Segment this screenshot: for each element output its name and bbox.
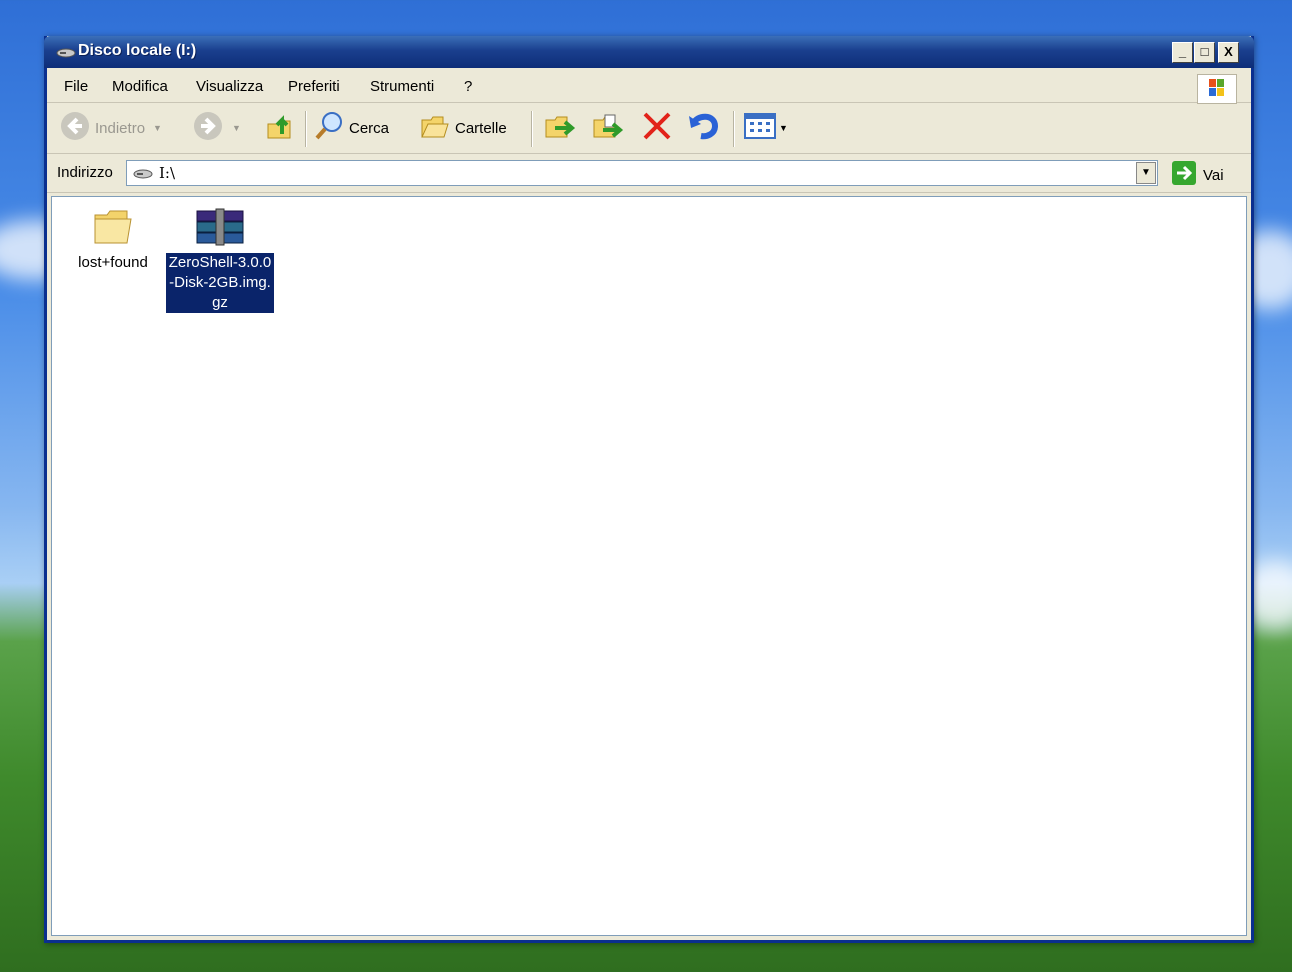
folders-icon — [419, 110, 451, 146]
back-button[interactable]: Indietro ▼ — [59, 112, 162, 144]
minimize-button[interactable]: _ — [1172, 42, 1193, 63]
toolbar-separator — [305, 111, 306, 147]
toolbar: Indietro ▼ ▼ Cerca Cartelle ▼ — [47, 103, 1251, 154]
menu-preferiti[interactable]: Preferiti — [288, 78, 340, 95]
explorer-window: Disco locale (I:) _ □ X File Modifica Vi… — [44, 36, 1254, 943]
search-icon — [313, 110, 345, 146]
menu-strumenti[interactable]: Strumenti — [370, 78, 434, 95]
toolbar-separator — [733, 111, 734, 147]
toolbar-separator — [531, 111, 532, 147]
address-dropdown-button[interactable]: ▼ — [1136, 162, 1156, 184]
file-name: ZeroShell-3.0.0-Disk-2GB.img.gz — [166, 253, 274, 313]
archive-item[interactable]: ZeroShell-3.0.0-Disk-2GB.img.gz — [165, 207, 275, 313]
title-bar[interactable]: Disco locale (I:) _ □ X — [44, 36, 1254, 68]
go-button[interactable]: Vai — [1171, 160, 1224, 190]
move-to-icon — [543, 110, 577, 146]
menu-modifica[interactable]: Modifica — [112, 78, 168, 95]
undo-icon — [687, 110, 723, 146]
drive-icon — [56, 46, 76, 64]
back-label: Indietro — [95, 119, 146, 137]
menu-help[interactable]: ? — [464, 78, 472, 95]
winrar-archive-icon — [165, 207, 275, 253]
file-name: lost+found — [78, 254, 148, 271]
forward-button[interactable]: ▼ — [192, 112, 241, 144]
delete-button[interactable] — [640, 112, 674, 144]
close-button[interactable]: X — [1218, 42, 1239, 63]
up-folder-button[interactable] — [264, 112, 296, 144]
undo-button[interactable] — [687, 112, 723, 144]
forward-arrow-icon — [192, 110, 224, 146]
views-button[interactable]: ▼ — [743, 112, 788, 144]
chevron-down-icon: ▼ — [232, 123, 241, 133]
file-view[interactable]: lost+found ZeroShell-3.0.0-Disk-2GB.img.… — [51, 196, 1247, 936]
address-input[interactable]: I:\ ▼ — [126, 160, 1158, 186]
menu-file[interactable]: File — [64, 78, 88, 95]
views-icon — [743, 110, 777, 146]
up-folder-icon — [264, 110, 296, 146]
go-label: Vai — [1203, 166, 1224, 184]
menu-bar: File Modifica Visualizza Preferiti Strum… — [47, 68, 1251, 103]
folder-icon — [58, 207, 168, 253]
chevron-down-icon: ▼ — [779, 123, 788, 133]
chevron-down-icon: ▼ — [153, 123, 162, 133]
search-button[interactable]: Cerca — [313, 112, 389, 144]
copy-to-button[interactable] — [591, 112, 625, 144]
go-arrow-icon — [1171, 160, 1197, 190]
back-arrow-icon — [59, 110, 91, 146]
folders-label: Cartelle — [455, 119, 507, 137]
address-value: I:\ — [159, 164, 176, 182]
maximize-button[interactable]: □ — [1194, 42, 1215, 63]
move-to-button[interactable] — [543, 112, 577, 144]
address-bar: Indirizzo I:\ ▼ Vai — [47, 154, 1251, 193]
copy-to-icon — [591, 110, 625, 146]
folders-button[interactable]: Cartelle — [419, 112, 507, 144]
search-label: Cerca — [349, 119, 390, 137]
address-label: Indirizzo — [57, 164, 113, 181]
drive-icon — [133, 167, 153, 185]
windows-logo-icon — [1197, 74, 1237, 104]
folder-item[interactable]: lost+found — [58, 207, 168, 273]
delete-x-icon — [640, 110, 674, 146]
window-title: Disco locale (I:) — [78, 42, 197, 59]
menu-visualizza[interactable]: Visualizza — [196, 78, 263, 95]
